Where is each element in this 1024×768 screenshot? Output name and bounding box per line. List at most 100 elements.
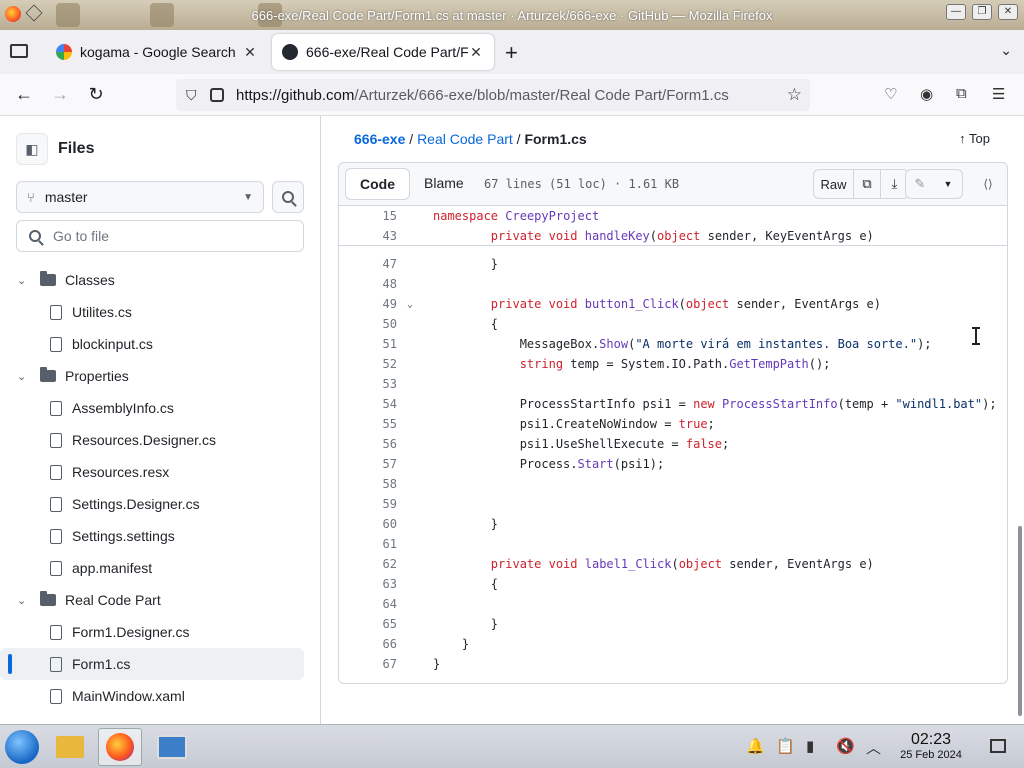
pocket-icon[interactable]: ♡	[884, 85, 897, 103]
maximize-button[interactable]: ❐	[972, 4, 992, 20]
line-number[interactable]: 59	[339, 497, 397, 511]
clock[interactable]: 02:23 25 Feb 2024	[892, 731, 970, 761]
line-number[interactable]: 55	[339, 417, 397, 431]
new-tab-icon[interactable]: +	[505, 40, 518, 66]
tree-item-label: Utilites.cs	[72, 304, 132, 320]
chevron-down-icon[interactable]: ⌄	[17, 370, 31, 383]
tree-file[interactable]: Settings.Designer.cs	[0, 488, 320, 520]
line-number[interactable]: 54	[339, 397, 397, 411]
line-number[interactable]: 47	[339, 257, 397, 271]
go-to-file-input[interactable]: Go to file	[16, 220, 304, 252]
tray-expand-icon[interactable]: ︿	[866, 737, 881, 758]
tree-folder[interactable]: ⌄ Real Code Part	[0, 584, 320, 616]
bookmark-star-icon[interactable]: ☆	[787, 85, 802, 105]
firefox-icon	[106, 733, 134, 761]
code-line: 49 ⌄ private void button1_Click(object se…	[339, 294, 881, 314]
symbols-panel-icon[interactable]: ⟨⟩	[973, 169, 1003, 199]
battery-icon[interactable]: ▮	[806, 737, 814, 755]
close-window-button[interactable]: ✕	[998, 4, 1018, 20]
line-number[interactable]: 61	[339, 537, 397, 551]
tree-file[interactable]: blockinput.cs	[0, 328, 320, 360]
code-text: private void button1_Click(object sender…	[490, 297, 881, 311]
line-number[interactable]: 63	[339, 577, 397, 591]
close-tab-icon[interactable]: ✕	[468, 44, 484, 61]
system-settings-taskbar-button[interactable]	[150, 728, 194, 766]
raw-button[interactable]: Raw	[814, 170, 854, 198]
speaker-muted-icon[interactable]: 🔇	[836, 737, 855, 755]
forward-icon[interactable]: →	[49, 84, 71, 105]
download-icon[interactable]: ⤓	[881, 170, 908, 198]
line-number[interactable]: 15	[339, 209, 397, 223]
line-number[interactable]: 65	[339, 617, 397, 631]
firefox-taskbar-button[interactable]	[98, 728, 142, 766]
tree-file[interactable]: app.manifest	[0, 552, 320, 584]
tree-file[interactable]: Form1.cs	[0, 648, 304, 680]
code-tab[interactable]: Code	[345, 168, 410, 200]
close-tab-icon[interactable]: ✕	[242, 44, 258, 61]
tree-file[interactable]: Form1.Designer.cs	[0, 616, 320, 648]
page-scrollbar[interactable]	[1018, 526, 1022, 716]
sticky-scope-header: 15 namespace CreepyProject 43 private void…	[339, 206, 1007, 246]
list-all-tabs-icon[interactable]: ⌄	[1000, 42, 1012, 59]
code-line: 48	[339, 274, 433, 294]
back-icon[interactable]: ←	[13, 84, 35, 105]
url-bar[interactable]: ⛉ https://github.com/Arturzek/666-exe/bl…	[176, 79, 810, 111]
tab-github[interactable]: 666-exe/Real Code Part/F ✕	[272, 34, 494, 70]
clipboard-icon[interactable]: 📋	[776, 737, 795, 755]
line-number[interactable]: 53	[339, 377, 397, 391]
chevron-down-icon[interactable]: ⌄	[17, 594, 31, 607]
tree-file[interactable]: Settings.settings	[0, 520, 320, 552]
tree-folder[interactable]: ⌄ Properties	[0, 360, 320, 392]
reload-icon[interactable]: ↻	[85, 84, 107, 105]
start-menu-button[interactable]	[5, 730, 39, 764]
line-number[interactable]: 58	[339, 477, 397, 491]
url-text[interactable]: https://github.com/Arturzek/666-exe/blob…	[236, 87, 729, 104]
notifications-icon[interactable]: 🔔	[746, 737, 765, 755]
menu-icon[interactable]: ☰	[992, 85, 1005, 103]
lock-icon[interactable]	[210, 88, 224, 102]
show-desktop-icon[interactable]	[990, 739, 1006, 753]
line-number[interactable]: 56	[339, 437, 397, 451]
extensions-icon[interactable]: ⧉	[956, 85, 967, 102]
search-button[interactable]	[272, 181, 304, 213]
line-number[interactable]: 52	[339, 357, 397, 371]
chevron-down-icon[interactable]: ⌄	[17, 274, 31, 287]
tree-item-label: MainWindow.xaml	[72, 688, 185, 704]
line-number[interactable]: 67	[339, 657, 397, 671]
file-manager-taskbar-button[interactable]	[48, 728, 92, 766]
line-number[interactable]: 51	[339, 337, 397, 351]
edit-pencil-icon[interactable]: ✎	[906, 170, 934, 198]
tree-file[interactable]: Utilites.cs	[0, 296, 320, 328]
collapse-sidebar-icon[interactable]: ◧	[16, 133, 48, 165]
firefox-view-icon[interactable]	[10, 44, 28, 58]
breadcrumb-folder-link[interactable]: Real Code Part	[417, 131, 513, 147]
breadcrumb-repo-link[interactable]: 666-exe	[354, 131, 405, 147]
window-titlebar: 666-exe/Real Code Part/Form1.cs at maste…	[0, 0, 1024, 30]
tree-file[interactable]: AssemblyInfo.cs	[0, 392, 320, 424]
tree-folder[interactable]: ⌄ Classes	[0, 264, 320, 296]
shield-icon[interactable]: ⛉	[186, 87, 204, 104]
line-number[interactable]: 43	[339, 229, 397, 243]
line-number[interactable]: 62	[339, 557, 397, 571]
branch-selector[interactable]: ⑂ master ▼	[16, 181, 264, 213]
line-number[interactable]: 48	[339, 277, 397, 291]
tree-file[interactable]: Resources.resx	[0, 456, 320, 488]
line-number[interactable]: 64	[339, 597, 397, 611]
line-number[interactable]: 66	[339, 637, 397, 651]
top-button[interactable]: ↑ Top	[959, 131, 990, 146]
line-number[interactable]: 57	[339, 457, 397, 471]
tree-file[interactable]: Resources.Designer.cs	[0, 424, 320, 456]
fold-chevron-icon[interactable]: ⌄	[403, 299, 417, 310]
blame-tab[interactable]: Blame	[410, 168, 478, 200]
copy-icon[interactable]: ⧉	[854, 170, 881, 198]
line-number[interactable]: 60	[339, 517, 397, 531]
account-icon[interactable]: ◉	[920, 85, 933, 103]
chevron-down-icon[interactable]: ▼	[934, 170, 962, 198]
tree-item-label: Form1.Designer.cs	[72, 624, 190, 640]
minimize-button[interactable]: —	[946, 4, 966, 20]
code-text: private void handleKey(object sender, Ke…	[490, 229, 874, 243]
line-number[interactable]: 49	[339, 297, 397, 311]
tab-kogama[interactable]: kogama - Google Search ✕	[46, 34, 268, 70]
line-number[interactable]: 50	[339, 317, 397, 331]
tree-file[interactable]: MainWindow.xaml	[0, 680, 320, 712]
